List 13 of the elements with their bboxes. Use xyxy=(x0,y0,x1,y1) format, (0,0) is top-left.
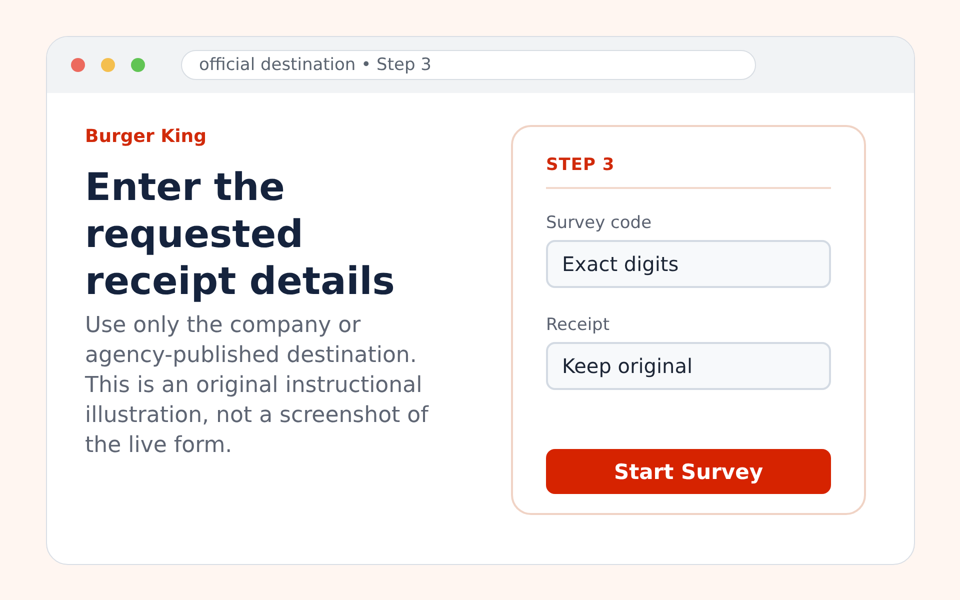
description-text: Use only the company or agency-published destination. This is an original instructional illustration, not a screenshot of the live form. xyxy=(85,312,430,460)
input-field[interactable]: Keep original xyxy=(546,342,831,390)
window-dot-icon[interactable] xyxy=(71,58,85,72)
primary-button[interactable]: Start Survey xyxy=(546,449,831,494)
page-heading: Enter the requested receipt details xyxy=(85,164,396,305)
field-label: Survey code xyxy=(546,212,652,234)
window-dot-icon[interactable] xyxy=(131,58,145,72)
input-field[interactable]: Exact digits xyxy=(546,240,831,288)
brand-name: Burger King xyxy=(85,125,206,149)
window-dot-icon[interactable] xyxy=(101,58,115,72)
address-bar[interactable]: official destination • Step 3 xyxy=(181,50,756,80)
field-label: Receipt xyxy=(546,314,610,336)
step-label: STEP 3 xyxy=(546,154,615,177)
